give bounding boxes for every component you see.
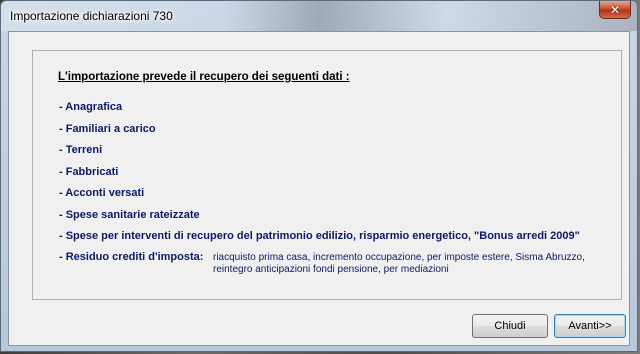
dialog-body: L'importazione prevede il recupero dei s… (8, 31, 630, 346)
residuo-label: - Residuo crediti d'imposta: (59, 251, 204, 263)
list-item: - Acconti versati (59, 187, 145, 199)
list-item: - Terreni (59, 144, 103, 156)
window-title: Importazione dichiarazioni 730 (10, 9, 173, 23)
info-panel: L'importazione prevede il recupero dei s… (32, 50, 622, 300)
chiudi-button[interactable]: Chiudi (472, 314, 548, 338)
intro-heading: L'importazione prevede il recupero dei s… (58, 71, 350, 83)
title-bar[interactable]: Importazione dichiarazioni 730 ✕ (1, 1, 637, 31)
list-item: - Spese sanitarie rateizzate (59, 209, 200, 221)
residuo-description: riacquisto prima casa, incremento occupa… (213, 252, 585, 275)
list-item: - Anagrafica (59, 101, 123, 113)
close-icon: ✕ (609, 2, 621, 17)
avanti-button[interactable]: Avanti>> (554, 314, 626, 338)
list-item: - Fabbricati (59, 166, 119, 178)
window-close-button[interactable]: ✕ (599, 1, 631, 19)
list-item: - Familiari a carico (59, 123, 156, 135)
list-item: - Spese per interventi di recupero del p… (59, 230, 580, 242)
dialog-window: Importazione dichiarazioni 730 ✕ L'impor… (0, 0, 638, 352)
